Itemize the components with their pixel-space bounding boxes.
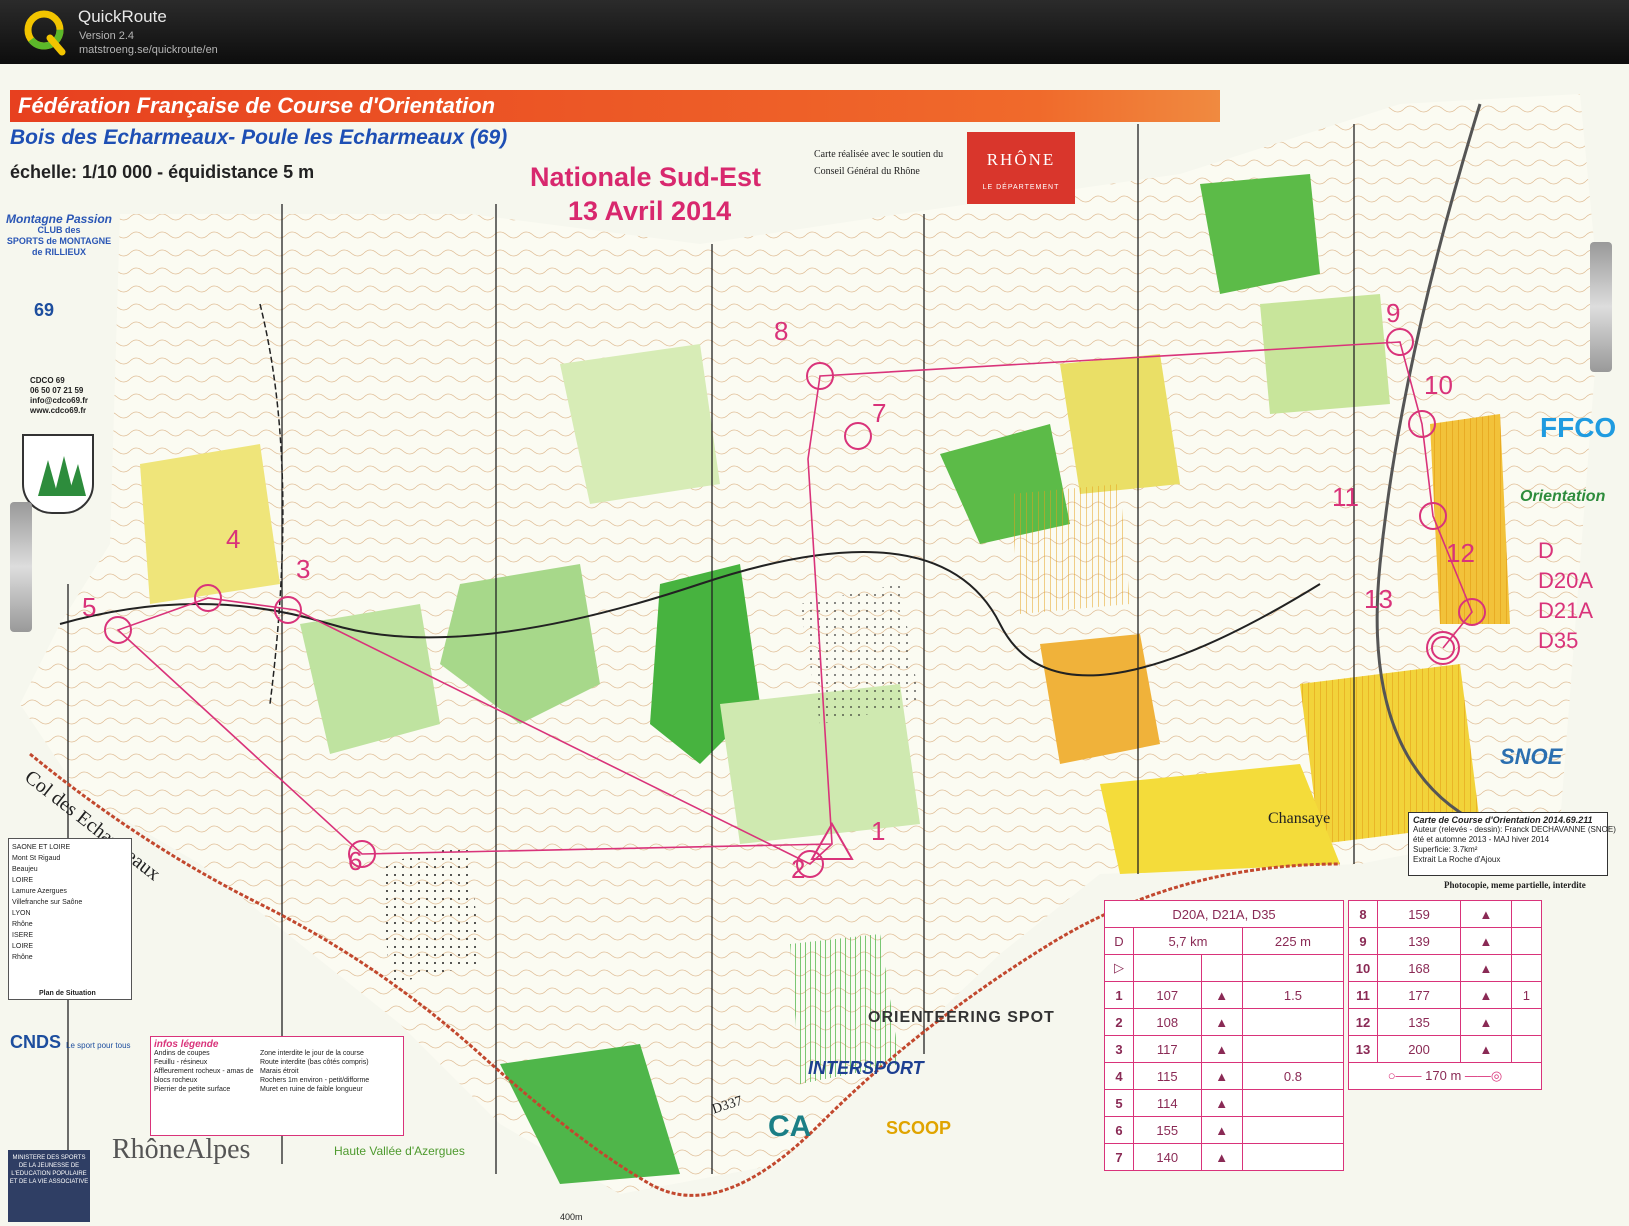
map-info-box: Carte de Course d'Orientation 2014.69.21…: [1408, 812, 1616, 876]
description-rows-right: 8 159 ▲ 9 139 ▲ 10 168 ▲ 11 177 ▲ 1 12 135 ▲ 13 200 ▲: [1348, 900, 1543, 1063]
feature-symbol-icon: ▲: [1200, 1008, 1243, 1036]
control-number: 10: [1424, 370, 1453, 400]
description-row: 1 107 ▲ 1.5: [1104, 981, 1345, 1009]
situation-place: Rhône: [12, 921, 33, 928]
description-row: 4 115 ▲ 0.8: [1104, 1062, 1345, 1090]
federation-banner: Fédération Française de Course d'Orienta…: [10, 90, 1220, 122]
event-name: Nationale Sud-Est: [530, 162, 762, 192]
north-arrow-left-icon: [10, 502, 32, 632]
control-number: 8: [774, 316, 789, 346]
control-number: 4: [226, 524, 241, 554]
description-row: 7 140 ▲: [1104, 1143, 1345, 1171]
control-number: 11: [1332, 482, 1359, 512]
control-number: 2: [791, 854, 806, 884]
cdco-contact: CDCO 69 06 50 07 21 59 info@cdco69.fr ww…: [30, 376, 89, 415]
copyright-notice: Photocopie, meme partielle, interdite: [1444, 880, 1586, 890]
rhonealpes-logo: RhôneAlpes: [112, 1134, 251, 1165]
feature-symbol-icon: ▲: [1460, 954, 1512, 982]
control-number: 9: [1386, 298, 1401, 328]
feature-symbol-icon: ▲: [1200, 1116, 1243, 1144]
event-date: 13 Avril 2014: [568, 196, 732, 226]
description-header: D20A, D21A, D35: [1104, 900, 1344, 928]
club-logo: Montagne Passion CLUB des SPORTS de MONT…: [6, 212, 113, 257]
description-class: D: [1104, 927, 1134, 955]
control-number: 1: [871, 816, 886, 846]
orienteering-spot-logo: ORIENTEERING SPOT: [868, 1009, 1055, 1026]
feature-symbol-icon: ▲: [1460, 927, 1512, 955]
start-triangle-icon: ▷: [1104, 954, 1134, 982]
control-number: 3: [296, 554, 311, 584]
description-row: 5 114 ▲: [1104, 1089, 1345, 1117]
snoe-logo: SNOE: [1500, 744, 1563, 769]
feature-symbol-icon: ▲: [1200, 1089, 1243, 1117]
situation-place: LOIRE: [12, 877, 34, 884]
control-number: 6: [348, 846, 363, 876]
feature-symbol-icon: ▲: [1200, 981, 1243, 1009]
app-url[interactable]: matstroeng.se/quickroute/en: [79, 44, 218, 56]
map-legend: infos légende Andins de coupes Feuillu -…: [150, 1036, 404, 1136]
commune-crest-icon: [22, 434, 94, 514]
app-version: Version 2.4: [79, 30, 135, 42]
credit-agricole-logo: CA: [768, 1110, 812, 1143]
situation-map: SAONE ET LOIRE Mont St Rigaud Beaujeu LOIRE…: [8, 838, 132, 1000]
feature-symbol-icon: ▲: [1200, 1143, 1243, 1171]
description-row: 13 200 ▲: [1348, 1035, 1543, 1063]
description-row: 6 155 ▲: [1104, 1116, 1345, 1144]
situation-places: SAONE ET LOIRE Mont St Rigaud Beaujeu LOIRE…: [9, 839, 131, 966]
radio-scoop-logo: SCOOP: [886, 1118, 952, 1138]
description-row: 12 135 ▲: [1348, 1008, 1543, 1036]
description-climb: 225 m: [1241, 927, 1345, 955]
cnds-logo: CNDS Le sport pour tous: [10, 1032, 131, 1052]
description-row: 9 139 ▲: [1348, 927, 1543, 955]
situation-place: ISERE: [12, 932, 34, 939]
situation-place: Mont St Rigaud: [12, 855, 61, 862]
finish-arrow-icon: ○——: [1387, 1068, 1426, 1083]
course-classes: D D20A D21A D35: [1538, 538, 1594, 653]
north-arrow-right-icon: [1590, 242, 1612, 372]
situation-place: LOIRE: [12, 943, 34, 950]
description-row: 10 168 ▲: [1348, 954, 1543, 982]
description-row: 3 117 ▲: [1104, 1035, 1345, 1063]
quickroute-logo-icon: [24, 10, 66, 56]
control-number: 7: [872, 398, 887, 428]
description-row: 2 108 ▲: [1104, 1008, 1345, 1036]
ffco-logo: FFCO: [1540, 412, 1617, 443]
situation-place: Rhône: [12, 954, 33, 961]
description-row: 11 177 ▲ 1: [1348, 981, 1543, 1009]
map-name: Bois des Echarmeaux- Poule les Echarmeau…: [10, 126, 508, 149]
situation-place: Lamure Azergues: [12, 888, 67, 895]
app-title-bar: QuickRoute Version 2.4 matstroeng.se/qui…: [0, 0, 1629, 64]
situation-place: LYON: [12, 910, 31, 917]
app-name: QuickRoute: [78, 7, 167, 26]
description-rows-left: 1 107 ▲ 1.5 2 108 ▲ 3 117 ▲ 4 115 ▲ 0.8 5 114 ▲ 6 155 ▲ 7 140…: [1104, 981, 1345, 1171]
ministere-logo: MINISTERE DES SPORTS DE LA JEUNESSE DE L…: [8, 1150, 90, 1222]
situation-place: Villefranche sur Saône: [12, 899, 83, 906]
intersport-logo: INTERSPORT: [808, 1058, 924, 1078]
orienteering-map[interactable]: Fédération Française de Course d'Orienta…: [0, 64, 1629, 1226]
situation-place: SAONE ET LOIRE: [12, 844, 71, 851]
feature-symbol-icon: ▲: [1200, 1035, 1243, 1063]
support-text: Carte réalisée avec le soutien du Consei…: [814, 149, 944, 177]
control-number: 13: [1364, 584, 1393, 614]
map-scale: échelle: 1/10 000 - équidistance 5 m: [10, 162, 315, 182]
feature-symbol-icon: ▲: [1200, 1062, 1243, 1090]
cdco-code: 69: [34, 300, 55, 320]
feature-symbol-icon: ▲: [1460, 1008, 1512, 1036]
control-number: 5: [82, 592, 97, 622]
description-finish: ○—— 170 m ——◎: [1348, 1062, 1542, 1090]
situation-place: Beaujeu: [12, 866, 38, 873]
control-description-left: D20A, D21A, D35 D 5,7 km 225 m ▷ 1 107 ▲ 1.…: [1104, 900, 1345, 1171]
rhone-logo: RHÔNE LE DÉPARTEMENT: [967, 132, 1075, 204]
course-orientation-logo: Orientation: [1520, 488, 1606, 505]
control-number: 12: [1446, 538, 1475, 568]
scale-bar: 400m: [560, 1212, 583, 1222]
place-chansaye: Chansaye: [1268, 810, 1331, 827]
haute-vallee-logo: Haute Vallée d'Azergues: [334, 1144, 465, 1158]
description-length: 5,7 km: [1133, 927, 1243, 955]
feature-symbol-icon: ▲: [1460, 1035, 1512, 1063]
description-row: 8 159 ▲: [1348, 900, 1543, 928]
control-description-right: 8 159 ▲ 9 139 ▲ 10 168 ▲ 11 177 ▲ 1 12 135 ▲ 13 200 ▲ ○—— …: [1348, 900, 1543, 1090]
feature-symbol-icon: ▲: [1460, 981, 1512, 1009]
feature-symbol-icon: ▲: [1460, 900, 1512, 928]
